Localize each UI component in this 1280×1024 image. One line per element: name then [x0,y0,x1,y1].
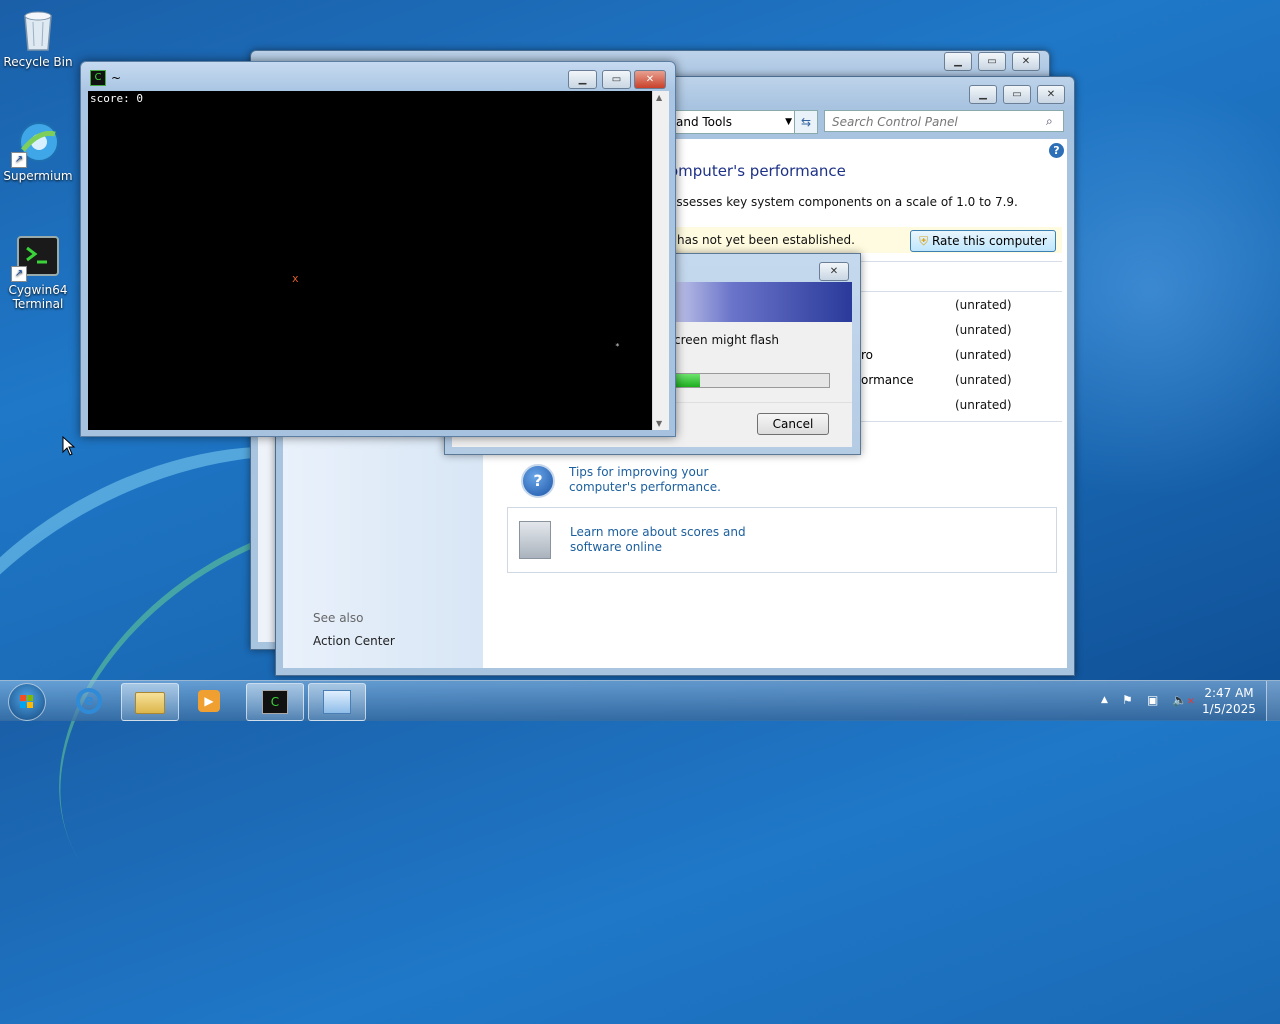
scroll-down-icon[interactable]: ▼ [656,419,662,428]
address-bar[interactable]: and Tools ▼ [671,110,797,134]
help-icon[interactable]: ? [1049,143,1064,158]
show-desktop-button[interactable] [1266,681,1280,721]
notice-text: has not yet been established. [677,233,855,247]
maximize-button[interactable]: ▭ [978,52,1006,71]
learn-more-link[interactable]: Learn more about scores and software onl… [570,525,790,555]
folder-icon [135,692,165,714]
rating-value: (unrated) [955,348,1012,362]
desktop-icon-recycle-bin[interactable]: Recycle Bin [0,6,76,69]
action-center-link[interactable]: Action Center [313,634,395,648]
maximize-button[interactable]: ▭ [602,70,631,89]
rating-value: (unrated) [955,298,1012,312]
page-description: assesses key system components on a scal… [669,195,1018,209]
close-button[interactable]: ✕ [634,70,666,89]
search-icon: ⌕ [1046,114,1053,128]
media-player-icon: ▶ [198,690,220,712]
score-text: score: 0 [90,92,143,105]
refresh-icon[interactable]: ⇆ [794,110,818,134]
tips-link[interactable]: Tips for improving your computer's perfo… [569,465,779,495]
clock-time: 2:47 AM [1204,686,1254,700]
close-button[interactable]: ✕ [1037,85,1065,104]
clock[interactable]: 2:47 AM 1/5/2025 [1200,685,1258,717]
cancel-button[interactable]: Cancel [757,413,829,435]
minimize-button[interactable]: ▁ [969,85,997,104]
internet-explorer-icon: e [76,688,102,714]
minimize-button[interactable]: ▁ [568,70,597,89]
taskbar-media-player[interactable]: ▶ [183,683,239,719]
rate-button-label: Rate this computer [931,234,1047,248]
taskbar-cygwin-terminal[interactable]: C [246,683,304,721]
search-input[interactable]: Search Control Panel [824,110,1064,132]
shortcut-arrow-icon: ↗ [11,266,27,282]
show-hidden-icons-icon[interactable]: ▲ [1101,695,1108,705]
breadcrumb: and Tools [676,115,732,129]
see-also-label: See also [313,611,364,625]
rating-value: (unrated) [955,398,1012,412]
dialog-message: creen might flash [674,333,779,347]
progress-bar [672,373,830,388]
taskbar-explorer[interactable] [121,683,179,721]
terminal-window[interactable]: C ~ ▁ ▭ ✕ score: 0 x * ▲ ▼ [80,61,676,437]
windows-logo-icon [20,695,34,709]
page-title: omputer's performance [669,162,846,180]
shortcut-arrow-icon: ↗ [11,152,27,168]
taskbar-internet-explorer[interactable]: e [62,683,118,719]
chevron-down-icon[interactable]: ▼ [785,111,792,133]
scrollbar[interactable]: ▲ ▼ [652,91,669,430]
rating-label: ormance [861,373,914,387]
terminal-screen[interactable]: score: 0 x * [88,91,652,430]
minimize-button[interactable]: ▁ [944,52,972,71]
close-button[interactable]: ✕ [819,262,849,281]
scroll-up-icon[interactable]: ▲ [656,93,662,102]
clock-date: 1/5/2025 [1202,702,1256,716]
terminal-icon: ↗ [11,234,61,282]
desktop-icon-label: Recycle Bin [3,55,73,69]
desktop-icon-supermium[interactable]: ↗ Supermium [0,120,76,183]
shield-icon: ⛨ [919,234,929,248]
control-panel-icon [323,690,351,714]
desktop-icon-label: Cygwin64 Terminal [8,283,68,311]
rating-value: (unrated) [955,323,1012,337]
desktop-icon-label: Supermium [3,169,73,183]
cygwin-icon: C [90,70,106,86]
software-box-icon [519,521,551,559]
close-button[interactable]: ✕ [1012,52,1040,71]
rating-label: ro [861,348,874,362]
maximize-button[interactable]: ▭ [1003,85,1031,104]
progress-bar-fill [673,374,700,387]
taskbar: e ▶ C ▲ ⚑ ▣ 🔈✕ 2:47 AM 1/5/2025 [0,680,1280,721]
taskbar-control-panel[interactable] [308,683,366,721]
recycle-bin-icon [15,6,61,52]
mouse-cursor-icon [62,436,76,456]
player-marker: x [292,272,299,285]
desktop-icon-cygwin[interactable]: ↗ Cygwin64 Terminal [0,234,76,311]
rating-value: (unrated) [955,373,1012,387]
start-button[interactable] [8,683,46,721]
volume-muted-icon[interactable]: 🔈✕ [1172,693,1195,707]
target-marker: * [615,342,620,351]
rate-this-computer-button[interactable]: ⛨ Rate this computer [910,230,1056,252]
network-icon[interactable]: ▣ [1147,693,1158,707]
terminal-title: ~ [111,71,122,85]
terminal-icon: C [262,690,288,714]
action-center-flag-icon[interactable]: ⚑ [1122,693,1133,707]
browser-globe-icon: ↗ [11,120,61,168]
tips-icon: ? [521,464,555,498]
